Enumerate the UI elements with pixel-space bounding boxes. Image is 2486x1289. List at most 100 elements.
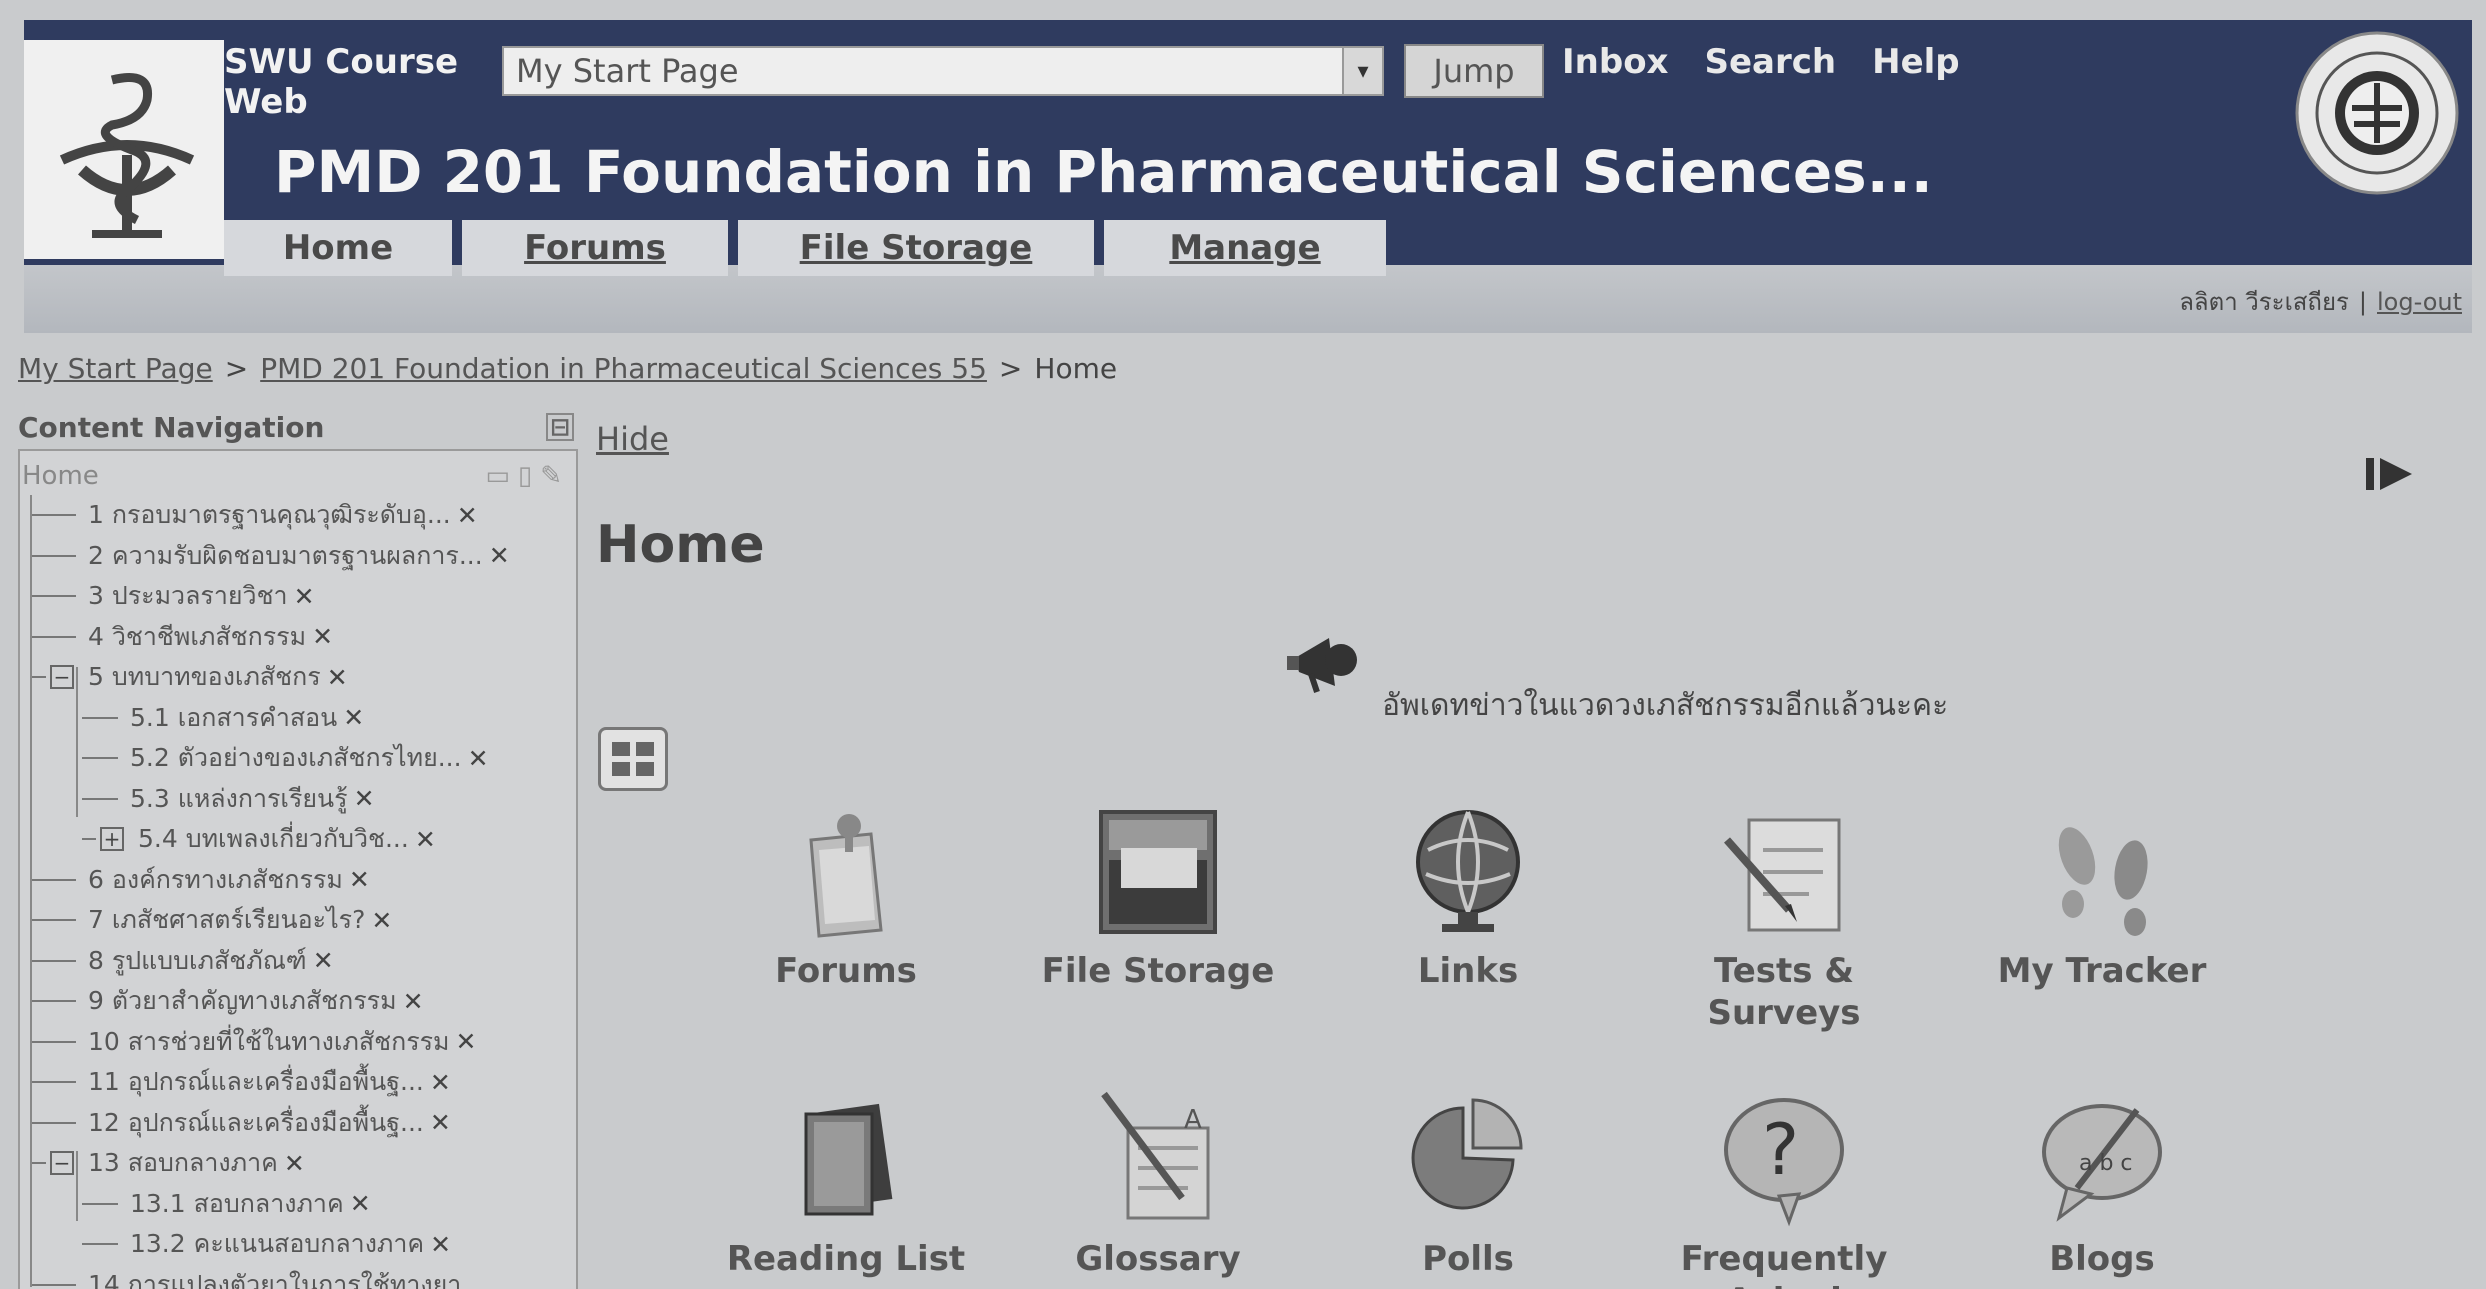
nav-tree-item[interactable]: 5.2 ตัวอย่างของเภสัชกรไทย... ✕ [20,738,576,779]
nav-tree-item-label[interactable]: 3 ประมวลรายวิชา [88,576,288,616]
nav-tree-item-label[interactable]: 13.2 คะแนนสอบกลางภาค [130,1224,424,1264]
nav-tree-item[interactable]: 4 วิชาชีพเภสัชกรรม ✕ [20,617,576,658]
nav-tree-item[interactable]: 9 ตัวยาสำคัญทางเภสัชกรรม ✕ [20,981,576,1022]
breadcrumb-start-page[interactable]: My Start Page [18,352,213,385]
inbox-link[interactable]: Inbox [1562,42,1668,82]
tool-my-tracker[interactable]: My Tracker [1952,800,2252,992]
nav-tree-item-label[interactable]: 5.2 ตัวอย่างของเภสัชกรไทย... [130,738,462,778]
edit-pencil-icon[interactable]: ✎ [540,461,562,491]
remove-icon[interactable]: ✕ [430,1230,451,1259]
nav-tree-item-label[interactable]: 14 การแปลงตัวยาในการใช้ทางยา... [88,1265,485,1289]
remove-icon[interactable]: ✕ [294,582,315,611]
nav-tree-item[interactable]: 13.1 สอบกลางภาค ✕ [20,1184,576,1225]
nav-tree-item-label[interactable]: 8 รูปแบบเภสัชภัณฑ์ [88,941,307,981]
chevron-down-icon[interactable]: ▾ [1342,48,1382,94]
remove-icon[interactable]: ✕ [456,1027,477,1056]
nav-tree-item[interactable]: 3 ประมวลรายวิชา ✕ [20,576,576,617]
collapse-icon[interactable]: ⊟ [546,413,574,441]
tab-home[interactable]: Home [224,220,452,276]
remove-icon[interactable]: ✕ [489,541,510,570]
remove-icon[interactable]: ✕ [349,865,370,894]
nav-tree-item-label[interactable]: 5.3 แหล่งการเรียนรู้ [130,779,348,819]
tab-file-storage[interactable]: File Storage [738,220,1094,276]
help-link[interactable]: Help [1872,42,1960,82]
jump-button[interactable]: Jump [1404,44,1544,98]
nav-tree-item-label[interactable]: 9 ตัวยาสำคัญทางเภสัชกรรม [88,981,397,1021]
tool-glossary[interactable]: A Glossary [1008,1088,1308,1280]
collapse-node-icon[interactable]: − [50,1151,74,1176]
nav-tree-item-label[interactable]: 5 บทบาทของเภสัชกร [88,657,321,697]
remove-icon[interactable]: ✕ [313,946,334,975]
nav-tree-item-label[interactable]: 10 สารช่วยที่ใช้ในทางเภสัชกรรม [88,1022,450,1062]
expand-panel-icon[interactable] [2364,454,2418,494]
tool-reading-list[interactable]: Reading List [696,1088,996,1280]
nav-tree-item[interactable]: 1 กรอบมาตรฐานคุณวุฒิระดับอุ... ✕ [20,495,576,536]
remove-icon[interactable]: ✕ [430,1068,451,1097]
nav-tree-item[interactable]: 8 รูปแบบเภสัชภัณฑ์ ✕ [20,941,576,982]
remove-icon[interactable]: ✕ [457,501,478,530]
nav-tree-item-label[interactable]: 4 วิชาชีพเภสัชกรรม [88,617,306,657]
start-page-select[interactable]: My Start Page ▾ [502,46,1384,96]
remove-icon[interactable]: ✕ [415,825,436,854]
site-name[interactable]: SWU Course Web [224,42,464,122]
user-name: ลลิตา วีระเสถียร [2179,288,2349,316]
tab-manage[interactable]: Manage [1104,220,1386,276]
remove-icon[interactable]: ✕ [430,1108,451,1137]
remove-icon[interactable]: ✕ [350,1189,371,1218]
tab-home-label: Home [282,228,394,268]
nav-tree-item[interactable]: −13 สอบกลางภาค ✕ [20,1143,576,1184]
remove-icon[interactable]: ✕ [343,703,364,732]
nav-tree-item-label[interactable]: 6 องค์กรทางเภสัชกรรม [88,860,343,900]
remove-icon[interactable]: ✕ [312,622,333,651]
nav-tree-item[interactable]: 10 สารช่วยที่ใช้ในทางเภสัชกรรม ✕ [20,1022,576,1063]
nav-tree-item-label[interactable]: 13.1 สอบกลางภาค [130,1184,344,1224]
breadcrumb-course[interactable]: PMD 201 Foundation in Pharmaceutical Sci… [260,352,987,385]
nav-tree-item[interactable]: 12 อุปกรณ์และเครื่องมือพื้นฐ... ✕ [20,1103,576,1144]
nav-tree-item-label[interactable]: 2 ความรับผิดชอบมาตรฐานผลการ... [88,536,483,576]
logout-link[interactable]: log-out [2377,288,2462,316]
announcement-text[interactable]: อัพเดทข่าวในแวดวงเภสัชกรรมอีกแล้วนะคะ [1382,682,1948,729]
tool-file-storage[interactable]: File Storage [1008,800,1308,992]
add-folder-icon[interactable]: ▭ [485,461,510,491]
tool-faq[interactable]: ? Frequently Asked [1634,1088,1934,1289]
collapse-node-icon[interactable]: − [50,665,74,690]
nav-tree-item-label[interactable]: 7 เภสัชศาสตร์เรียนอะไร? [88,900,365,940]
remove-icon[interactable]: ✕ [327,663,348,692]
expand-node-icon[interactable]: + [100,827,124,852]
remove-icon[interactable]: ✕ [371,906,392,935]
nav-tree-item[interactable]: 2 ความรับผิดชอบมาตรฐานผลการ... ✕ [20,536,576,577]
nav-tree-item[interactable]: +5.4 บทเพลงเกี่ยวกับวิช... ✕ [20,819,576,860]
add-page-icon[interactable]: ▯ [518,461,532,491]
tool-forums[interactable]: Forums [696,800,996,992]
tool-links[interactable]: Links [1318,800,1618,992]
nav-tree-item[interactable]: 6 องค์กรทางเภสัชกรรม ✕ [20,860,576,901]
nav-tree-item-label[interactable]: 13 สอบกลางภาค [88,1143,278,1183]
tab-forums[interactable]: Forums [462,220,728,276]
nav-tree-item[interactable]: 7 เภสัชศาสตร์เรียนอะไร? ✕ [20,900,576,941]
search-link[interactable]: Search [1704,42,1836,82]
nav-home-link[interactable]: Home [22,461,99,491]
hide-link[interactable]: Hide [596,420,669,458]
tool-blogs[interactable]: a b c Blogs [1952,1088,2252,1280]
remove-icon[interactable]: ✕ [403,987,424,1016]
remove-icon[interactable]: ✕ [354,784,375,813]
remove-icon[interactable]: ✕ [284,1149,305,1178]
nav-tree-item[interactable]: 5.1 เอกสารคำสอน ✕ [20,698,576,739]
nav-tree-item[interactable]: 13.2 คะแนนสอบกลางภาค ✕ [20,1224,576,1265]
nav-tree-item[interactable]: 11 อุปกรณ์และเครื่องมือพื้นฐ... ✕ [20,1062,576,1103]
logo[interactable] [24,40,224,265]
nav-tree-item[interactable]: 14 การแปลงตัวยาในการใช้ทางยา... [20,1265,576,1289]
remove-icon[interactable]: ✕ [468,744,489,773]
nav-tree-item-label[interactable]: 5.1 เอกสารคำสอน [130,698,337,738]
tool-polls[interactable]: Polls [1318,1088,1618,1280]
nav-tree-item[interactable]: 5.3 แหล่งการเรียนรู้ ✕ [20,779,576,820]
nav-tree-item[interactable]: −5 บทบาทของเภสัชกร ✕ [20,657,576,698]
grid-view-icon[interactable] [598,727,668,791]
nav-tree-item-label[interactable]: 11 อุปกรณ์และเครื่องมือพื้นฐ... [88,1062,424,1102]
nav-title: Content Navigation [18,410,325,444]
nav-tree-item-label[interactable]: 1 กรอบมาตรฐานคุณวุฒิระดับอุ... [88,495,451,535]
tool-tests-surveys[interactable]: Tests & Surveys [1634,800,1934,1034]
nav-tree-item-label[interactable]: 12 อุปกรณ์และเครื่องมือพื้นฐ... [88,1103,424,1143]
nav-tree-item-label[interactable]: 5.4 บทเพลงเกี่ยวกับวิช... [138,819,409,859]
user-separator: | [2358,287,2367,316]
